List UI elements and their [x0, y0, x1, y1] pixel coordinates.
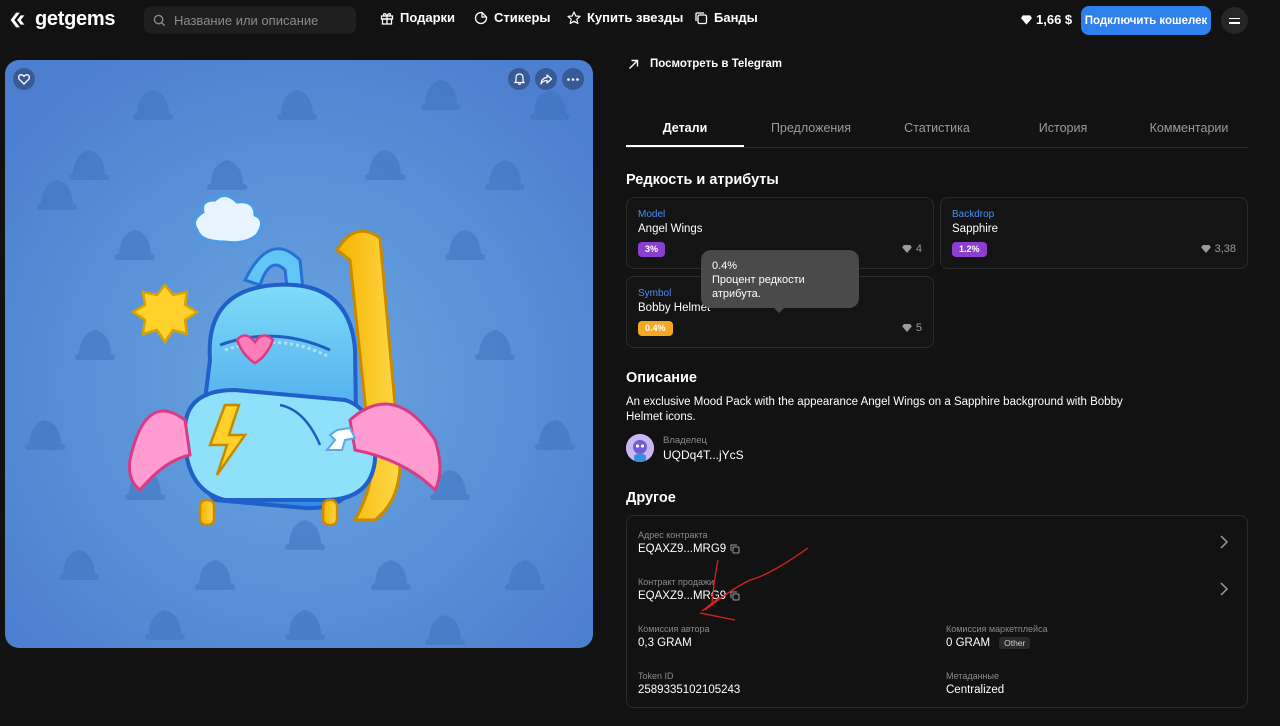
chevron-right-icon[interactable] [1219, 582, 1229, 596]
other-title: Другое [626, 490, 676, 506]
nav-stickers-label: Стикеры [494, 10, 551, 25]
top-bar: getgems Подарки Стикеры Купить звезды [0, 0, 1280, 40]
tab-offers[interactable]: Предложения [744, 110, 878, 147]
tab-details[interactable]: Детали [626, 110, 744, 147]
metadata-label: Метаданные [946, 671, 1000, 681]
search-input[interactable] [174, 12, 344, 28]
rarity-tooltip: 0.4% Процент редкости атрибута. [701, 250, 859, 313]
share-icon [540, 73, 552, 85]
nav-gifts-label: Подарки [400, 10, 456, 25]
diamond-icon [902, 245, 912, 253]
rarity-badge: 3% [638, 242, 666, 257]
getgems-logo-icon [10, 12, 25, 27]
owner-label: Владелец [663, 434, 707, 446]
token-id-value: 2589335102105243 [638, 684, 741, 696]
owner-avatar-image [626, 434, 654, 462]
attribute-count-value: 3,38 [1214, 243, 1236, 255]
gift-icon [380, 12, 394, 25]
menu-button[interactable] [1221, 7, 1248, 34]
balance-value: 1,66 $ [1036, 12, 1073, 27]
nav-bundles[interactable]: Банды [694, 10, 758, 25]
sticker-icon [474, 11, 488, 24]
sale-contract-value: EQAXZ9...MRG9 [638, 590, 727, 602]
heart-icon [18, 73, 30, 85]
attribute-count: 3,38 [1200, 243, 1236, 255]
other-details: Адрес контракта EQAXZ9...MRG9 Контракт п… [626, 515, 1248, 708]
diamond-icon [902, 324, 912, 332]
tab-history[interactable]: История [996, 110, 1130, 147]
bundle-icon [695, 11, 708, 24]
tooltip-text: Процент редкости атрибута. [712, 274, 805, 300]
attribute-type: Model [638, 209, 666, 220]
more-icon [567, 77, 579, 81]
chevron-right-icon[interactable] [1219, 535, 1229, 549]
owner-address: UQDq4T...jYcS [663, 447, 744, 462]
detail-tabs: Детали Предложения Статистика История Ко… [626, 110, 1248, 148]
marketplace-fee-label: Комиссия маркетплейса [946, 624, 1048, 634]
attribute-type: Backdrop [952, 209, 995, 220]
token-id-label: Token ID [638, 671, 674, 681]
nav-buy-stars[interactable]: Купить звезды [567, 10, 683, 25]
marketplace-fee-value: 0 GRAM [946, 637, 991, 649]
marketplace-fee: 0 GRAM Other [946, 637, 1031, 649]
author-fee-value: 0,3 GRAM [638, 637, 692, 649]
balance[interactable]: 1,66 $ [1021, 12, 1072, 27]
attribute-count-value: 5 [915, 322, 922, 334]
nav-stickers[interactable]: Стикеры [474, 10, 551, 25]
search-icon [153, 14, 166, 26]
rarity-badge: 1.2% [952, 242, 987, 257]
diamond-icon [1021, 14, 1032, 25]
view-in-telegram-label: Посмотреть в Telegram [650, 58, 782, 70]
rarity-badge: 0.4% [638, 321, 673, 336]
attribute-count: 4 [902, 243, 922, 255]
sale-contract-label: Контракт продажи [638, 577, 715, 587]
copy-icon[interactable] [730, 544, 740, 554]
attribute-value: Sapphire [952, 223, 999, 235]
avatar [626, 434, 654, 462]
bell-icon [513, 73, 525, 85]
rarity-title: Редкость и атрибуты [626, 172, 779, 188]
artwork-image [5, 60, 593, 648]
contract-address-value: EQAXZ9...MRG9 [638, 543, 727, 555]
attribute-value: Bobby Helmet [638, 302, 711, 314]
attribute-count: 5 [902, 322, 922, 334]
contract-address-label: Адрес контракта [638, 530, 708, 540]
attribute-type: Symbol [638, 288, 672, 299]
tooltip-value: 0.4% [712, 260, 738, 272]
logo-text: getgems [35, 8, 116, 30]
attribute-value: Angel Wings [638, 223, 703, 235]
owner[interactable]: Владелец UQDq4T...jYcS [626, 434, 744, 462]
author-fee-label: Комиссия автора [638, 624, 710, 634]
tab-statistics[interactable]: Статистика [878, 110, 996, 147]
diamond-icon [1200, 245, 1211, 253]
notify-button[interactable] [508, 68, 530, 90]
menu-icon [1229, 17, 1240, 19]
attribute-card-backdrop[interactable]: Backdrop Sapphire 1.2% 3,38 [940, 197, 1248, 269]
nav-buy-stars-label: Купить звезды [587, 10, 684, 25]
search-box[interactable] [144, 6, 356, 34]
marketplace-fee-tag: Other [999, 637, 1031, 649]
description-text: An exclusive Mood Pack with the appearan… [626, 396, 1123, 423]
view-in-telegram-link[interactable]: Посмотреть в Telegram [628, 58, 782, 70]
star-icon [567, 10, 581, 24]
nav-bundles-label: Банды [714, 10, 758, 25]
favorite-button[interactable] [13, 68, 35, 90]
share-button[interactable] [535, 68, 557, 90]
copy-icon[interactable] [730, 591, 740, 601]
arrow-up-right-icon [629, 59, 639, 69]
description-title: Описание [626, 370, 697, 386]
nft-artwork[interactable] [5, 60, 593, 648]
more-button[interactable] [562, 68, 584, 90]
logo[interactable]: getgems [7, 8, 115, 31]
menu-icon-line [1229, 22, 1240, 24]
sale-contract[interactable]: EQAXZ9...MRG9 [638, 590, 740, 602]
attribute-count-value: 4 [915, 243, 922, 255]
metadata-value: Centralized [946, 684, 1005, 696]
tab-comments[interactable]: Комментарии [1130, 110, 1248, 147]
connect-wallet-button[interactable]: Подключить кошелек [1081, 6, 1211, 35]
contract-address[interactable]: EQAXZ9...MRG9 [638, 543, 740, 555]
nav-gifts[interactable]: Подарки [380, 10, 455, 25]
